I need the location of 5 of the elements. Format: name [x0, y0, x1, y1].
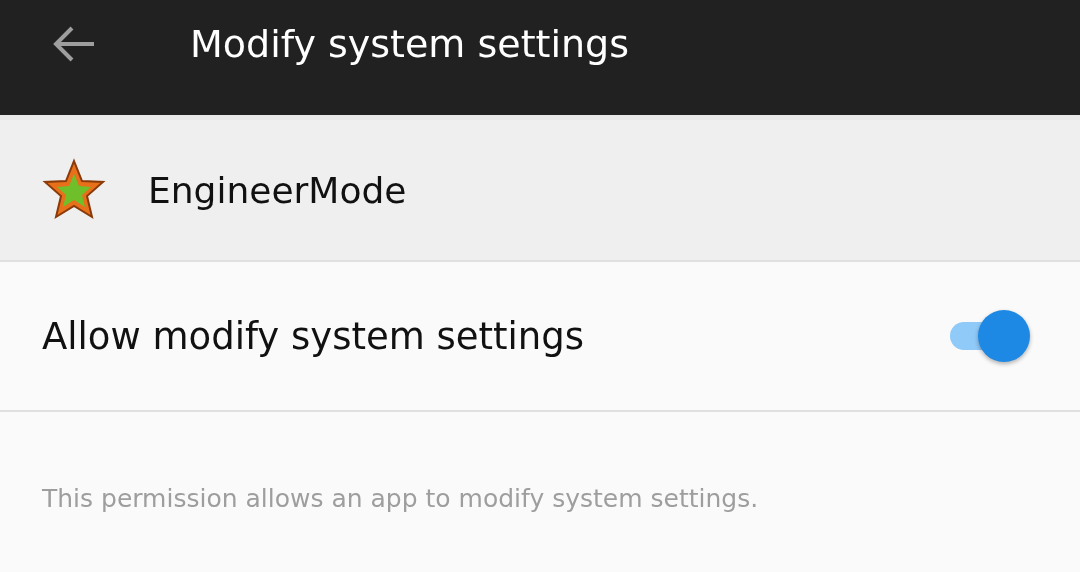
back-arrow-icon[interactable]	[52, 25, 96, 62]
setting-label: Allow modify system settings	[42, 314, 585, 358]
screen-title: Modify system settings	[190, 21, 629, 66]
app-name: EngineerMode	[148, 169, 407, 211]
description-text: This permission allows an app to modify system settings.	[42, 484, 759, 513]
